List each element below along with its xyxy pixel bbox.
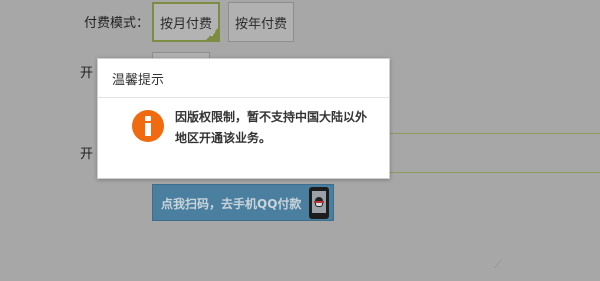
scan-pay-button-label: 点我扫码，去手机QQ付款 <box>161 197 302 211</box>
yearly-plan-button[interactable]: 按年付费 <box>228 2 294 42</box>
scan-pay-button[interactable]: 点我扫码，去手机QQ付款 <box>152 184 334 221</box>
input-border-bottom <box>390 172 600 173</box>
dialog-header: 温馨提示 <box>98 59 389 98</box>
open-duration-label: 开 <box>80 66 94 81</box>
qq-scarf <box>314 201 324 203</box>
check-icon: ✓ <box>209 30 217 40</box>
resize-grip-icon: ⟋ <box>494 258 502 271</box>
info-icon <box>132 110 164 142</box>
open-account-label: 开 <box>80 147 94 162</box>
monthly-plan-button[interactable]: 按月付费 ✓ <box>152 2 220 42</box>
dialog-message: 因版权限制，暂不支持中国大陆以外地区开通该业务。 <box>175 110 368 145</box>
phone-screen <box>312 191 326 213</box>
billing-mode-label: 付费模式： <box>84 16 150 31</box>
yearly-plan-label: 按年付费 <box>234 16 287 32</box>
dialog-title: 温馨提示 <box>112 73 165 88</box>
notice-dialog: 温馨提示 因版权限制，暂不支持中国大陆以外地区开通该业务。 <box>97 58 390 179</box>
input-border-top <box>390 133 600 134</box>
dialog-body: 因版权限制，暂不支持中国大陆以外地区开通该业务。 <box>98 98 389 180</box>
phone-qq-icon <box>309 187 329 219</box>
